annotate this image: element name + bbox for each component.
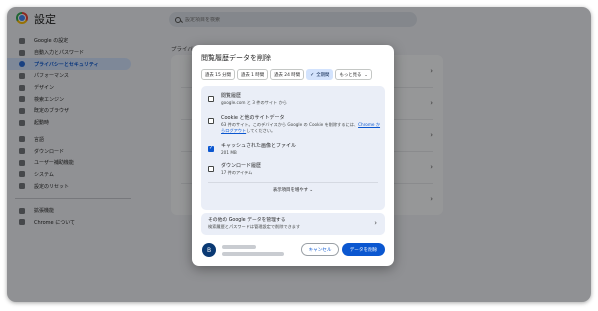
account-name-redacted bbox=[222, 244, 256, 249]
option-text: 閲覧履歴 google.com と 3 件のサイト から bbox=[221, 93, 383, 106]
account-info: B bbox=[202, 243, 284, 257]
option-cookies[interactable]: Cookie と他のサイトデータ 63 件のサイト。このデバイスから Googl… bbox=[208, 115, 383, 134]
manage-google-data-link[interactable]: その他の Google データを管理する 検索履歴とパスワードは管理設定で削除で… bbox=[201, 213, 385, 235]
chevron-down-icon: ⌄ bbox=[309, 188, 314, 193]
option-download-history[interactable]: ダウンロード履歴 17 件のアイテム bbox=[208, 163, 383, 176]
option-text: Cookie と他のサイトデータ 63 件のサイト。このデバイスから Googl… bbox=[221, 115, 383, 134]
cookies-desc: 63 件のサイト。このデバイスから Google の Cookie を削除するに… bbox=[221, 122, 359, 127]
checkbox-download-history[interactable] bbox=[208, 166, 214, 172]
option-desc: google.com と 3 件のサイト から bbox=[221, 100, 287, 105]
chevron-right-icon: › bbox=[374, 219, 377, 227]
option-desc: 63 件のサイト。このデバイスから Google の Cookie を削除するに… bbox=[221, 122, 383, 134]
option-text: キャッシュされた画像とファイル 201 MB bbox=[221, 143, 383, 156]
cookies-desc-tail: してください。 bbox=[246, 128, 276, 133]
checkbox-browsing-history[interactable] bbox=[208, 96, 214, 102]
chevron-down-icon: ⌄ bbox=[364, 72, 368, 77]
cancel-button[interactable]: キャンセル bbox=[301, 243, 339, 256]
checkbox-cached-images[interactable] bbox=[208, 145, 214, 152]
account-email-redacted bbox=[222, 251, 284, 256]
check-icon: ✓ bbox=[310, 71, 315, 78]
divider bbox=[208, 182, 378, 183]
checkbox-cookies[interactable] bbox=[208, 118, 214, 124]
option-title: Cookie と他のサイトデータ bbox=[221, 115, 285, 121]
range-chip-all-time[interactable]: ✓ 全期間 bbox=[306, 69, 334, 80]
account-text-redacted bbox=[222, 244, 284, 256]
option-title: キャッシュされた画像とファイル bbox=[221, 143, 297, 149]
delete-data-button[interactable]: データを削除 bbox=[342, 243, 385, 256]
range-chip-1hour[interactable]: 過去 1 時間 bbox=[236, 69, 269, 80]
time-range-selector: 過去 15 分間 過去 1 時間 過去 24 時間 ✓ 全期間 もっと見る ⌄ bbox=[201, 69, 372, 80]
other-data-desc: 検索履歴とパスワードは管理設定で削除できます bbox=[208, 224, 301, 229]
avatar: B bbox=[202, 243, 216, 257]
range-chip-more[interactable]: もっと見る ⌄ bbox=[335, 69, 372, 80]
other-data-title: その他の Google データを管理する bbox=[208, 218, 286, 223]
show-more-label: 表示項目を増やす bbox=[272, 188, 309, 193]
range-chip-label: もっと見る bbox=[339, 72, 362, 78]
range-chip-15min[interactable]: 過去 15 分間 bbox=[201, 69, 235, 80]
data-types-card: 閲覧履歴 google.com と 3 件のサイト から Cookie と他のサ… bbox=[201, 86, 385, 210]
range-chip-label: 全期間 bbox=[316, 72, 330, 78]
option-browsing-history[interactable]: 閲覧履歴 google.com と 3 件のサイト から bbox=[208, 93, 383, 106]
option-text: ダウンロード履歴 17 件のアイテム bbox=[221, 163, 383, 176]
option-desc: 201 MB bbox=[221, 150, 237, 155]
show-more-button[interactable]: 表示項目を増やす ⌄ bbox=[201, 187, 385, 193]
range-chip-24hours[interactable]: 過去 24 時間 bbox=[270, 69, 305, 80]
option-title: ダウンロード履歴 bbox=[221, 163, 262, 169]
option-cached-images[interactable]: キャッシュされた画像とファイル 201 MB bbox=[208, 143, 383, 156]
dialog-title: 閲覧履歴データを削除 bbox=[201, 54, 271, 62]
option-title: 閲覧履歴 bbox=[221, 93, 242, 99]
clear-browsing-data-dialog: 閲覧履歴データを削除 過去 15 分間 過去 1 時間 過去 24 時間 ✓ 全期… bbox=[192, 45, 394, 266]
option-desc: 17 件のアイテム bbox=[221, 170, 253, 175]
